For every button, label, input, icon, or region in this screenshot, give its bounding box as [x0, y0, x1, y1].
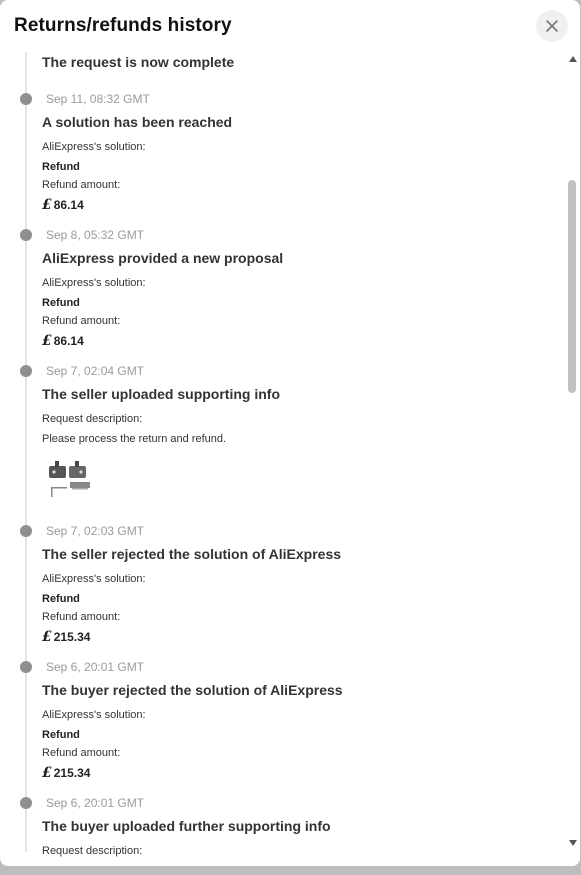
solution-value: Refund: [42, 729, 80, 741]
event-time: Sep 8, 05:32 GMT: [46, 228, 145, 242]
solution-label: AliExpress's solution:: [42, 709, 146, 721]
solution-value: Refund: [42, 593, 80, 605]
solution-label: AliExpress's solution:: [42, 277, 146, 289]
timeline-dot: [20, 661, 32, 673]
event-heading: The seller uploaded supporting info: [42, 386, 281, 402]
event-heading: The seller rejected the solution of AliE…: [42, 546, 342, 562]
event-time: Sep 6, 20:01 GMT: [46, 660, 145, 674]
attachment-thumbnail[interactable]: [48, 460, 94, 500]
request-complete-status: The request is now complete: [42, 54, 235, 70]
amount-value: 215.34: [53, 766, 91, 780]
currency-symbol: £: [42, 333, 52, 349]
vertical-scrollbar[interactable]: [565, 52, 580, 866]
refund-amount: £86.14: [42, 333, 84, 349]
scroll-up-arrow-icon[interactable]: [569, 56, 577, 62]
refund-amount-label: Refund amount:: [42, 179, 121, 191]
timeline-line: [25, 52, 27, 852]
event-heading: A solution has been reached: [42, 114, 233, 130]
timeline-dot: [20, 365, 32, 377]
brake-pads-image: [49, 461, 90, 497]
refund-amount: £86.14: [42, 197, 84, 213]
solution-label: AliExpress's solution:: [42, 573, 146, 585]
refund-amount-label: Refund amount:: [42, 611, 121, 623]
description-label: Request description:: [42, 413, 143, 425]
close-button[interactable]: [536, 10, 568, 42]
event-heading: The buyer rejected the solution of AliEx…: [42, 682, 343, 698]
event-time: Sep 6, 20:01 GMT: [46, 796, 145, 810]
currency-symbol: £: [42, 765, 52, 781]
solution-value: Refund: [42, 161, 80, 173]
close-icon: [546, 20, 558, 32]
solution-label: AliExpress's solution:: [42, 141, 146, 153]
event-heading: The buyer uploaded further supporting in…: [42, 818, 331, 834]
currency-symbol: £: [42, 197, 52, 213]
timeline-dot: [20, 525, 32, 537]
timeline-dot: [20, 797, 32, 809]
currency-symbol: £: [42, 629, 52, 645]
refund-amount-label: Refund amount:: [42, 747, 121, 759]
event-time: Sep 7, 02:04 GMT: [46, 364, 145, 378]
amount-value: 215.34: [53, 630, 91, 644]
amount-value: 86.14: [53, 334, 84, 348]
scroll-down-arrow-icon[interactable]: [569, 840, 577, 846]
timeline-dot: [20, 229, 32, 241]
description-text: Please process the return and refund.: [42, 433, 227, 445]
description-label: Request description:: [42, 845, 143, 857]
scrollbar-thumb[interactable]: [568, 180, 576, 393]
event-time: Sep 7, 02:03 GMT: [46, 524, 145, 538]
refund-amount-label: Refund amount:: [42, 315, 121, 327]
modal-header: Returns/refunds history: [0, 0, 580, 52]
modal-title: Returns/refunds history: [14, 15, 232, 36]
history-scroll-area[interactable]: The request is now complete Sep 11, 08:3…: [0, 52, 565, 866]
event-heading: AliExpress provided a new proposal: [42, 250, 284, 266]
timeline-dot: [20, 93, 32, 105]
event-time: Sep 11, 08:32 GMT: [46, 92, 150, 106]
amount-value: 86.14: [53, 198, 84, 212]
refund-amount: £215.34: [42, 629, 90, 645]
solution-value: Refund: [42, 297, 80, 309]
returns-history-modal: Returns/refunds history The request is n…: [0, 0, 580, 866]
refund-amount: £215.34: [42, 765, 90, 781]
